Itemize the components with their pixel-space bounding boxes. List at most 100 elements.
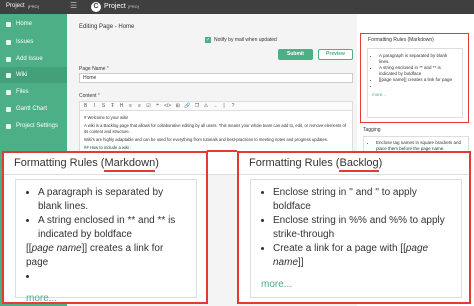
wiki-icon: [6, 72, 11, 78]
page-name-input[interactable]: Home: [79, 73, 353, 83]
list-item: A string enclosed in ** and ** is indica…: [38, 214, 188, 242]
sidebar-item-home[interactable]: Home: [0, 16, 67, 32]
list-item: A paragraph is separated by blank lines.: [38, 186, 188, 214]
sidebar-item-label: Home: [16, 21, 33, 27]
home-icon: [6, 21, 11, 27]
more-link[interactable]: more...: [261, 278, 453, 292]
required-mark: *: [97, 93, 100, 99]
divider: [239, 174, 469, 175]
list-item: Enclose string in %% and %% to apply str…: [273, 214, 453, 242]
callout-backlog-body: Enclose string in '' and '' to apply bol…: [250, 179, 462, 298]
divider: [4, 174, 206, 175]
callout-title-prefix: Formatting Rules (: [14, 157, 105, 169]
callout-markdown-title: Formatting Rules (Markdown): [14, 157, 159, 172]
files-icon: [6, 89, 11, 95]
list-item: Enclose string in '' and '' to apply bol…: [273, 186, 453, 214]
list-item: Create a link for a page with [[page nam…: [273, 242, 453, 270]
editor-line: Wiki's are highly adaptable and can be u…: [84, 137, 329, 142]
bullet-list-icon[interactable]: ≡: [128, 103, 133, 109]
bold-icon[interactable]: B: [83, 103, 88, 109]
sidebar-item-label: Files: [16, 89, 29, 95]
sidebar-item-add-issue[interactable]: Add Issue: [0, 51, 67, 67]
sidebar-item-files[interactable]: Files: [0, 84, 67, 100]
callout-backlog-title: Formatting Rules (Backlog): [249, 157, 383, 172]
strikethrough-icon[interactable]: S: [101, 103, 106, 109]
tagging-title: Tagging: [363, 127, 381, 133]
required-mark: *: [106, 66, 109, 72]
underline-icon[interactable]: Ŧ: [110, 103, 115, 109]
callout-title-highlight: Backlog: [339, 157, 379, 172]
checklist-icon[interactable]: ☑: [146, 103, 151, 109]
editor-toolbar: B I S Ŧ H ≡ ≡ ☑ ❝ </> ⊞ 🔗 ❐ ⚠ → | ?: [79, 101, 353, 111]
sidebar-item-label: Wiki: [16, 72, 28, 78]
italic-icon[interactable]: I: [92, 103, 97, 109]
callout-title-highlight: Markdown: [104, 157, 156, 172]
issues-icon: [6, 39, 11, 45]
space-title-text: Project: [6, 3, 25, 9]
callout-markdown: Formatting Rules (Markdown) A paragraph …: [2, 151, 208, 304]
quote-icon[interactable]: ❝: [155, 103, 160, 109]
project-logo-icon: C: [91, 2, 101, 12]
callout-title-suffix: ): [155, 157, 159, 169]
list-item: [[page name]] creates a link for page: [379, 77, 458, 83]
page-name-label-text: Page Name: [79, 66, 106, 72]
formatting-rules-box: Formatting Rules (Markdown) A paragraph …: [360, 33, 469, 123]
plus-icon: [6, 56, 11, 62]
sidebar-item-issues[interactable]: Issues: [0, 34, 67, 50]
separator: |: [223, 103, 225, 109]
preview-button[interactable]: Preview: [318, 49, 353, 60]
list-item: A paragraph is separated by blank lines.: [379, 53, 458, 65]
image-icon[interactable]: ❐: [194, 103, 199, 109]
notify-checkbox[interactable]: ✓ Notify by mail when updated: [205, 37, 277, 43]
heading-icon[interactable]: H: [119, 103, 124, 109]
link-page-name: page name: [31, 243, 82, 254]
page-name-label: Page Name *: [79, 66, 109, 72]
arrow-icon[interactable]: →: [212, 103, 217, 109]
link-rule-line: [[page name]] creates a link for page: [26, 242, 188, 270]
content-label: Content *: [79, 93, 100, 99]
code-icon[interactable]: </>: [164, 103, 171, 109]
sidebar-item-label: Gantt Chart: [16, 106, 48, 112]
callout-title-suffix: ): [378, 157, 383, 169]
more-link[interactable]: more...: [372, 92, 458, 98]
table-icon[interactable]: ⊞: [175, 103, 180, 109]
numbered-list-icon[interactable]: ≡: [137, 103, 142, 109]
callout-connector: [207, 150, 237, 152]
more-link[interactable]: more...: [26, 292, 188, 306]
checkbox-checked-icon[interactable]: ✓: [205, 37, 211, 43]
list-item: A string enclosed in ** and ** is indica…: [379, 65, 458, 77]
space-title[interactable]: Project (PRO): [6, 3, 39, 9]
help-icon[interactable]: ?: [230, 103, 235, 109]
link-close: ]]: [298, 257, 304, 268]
sidebar-item-project-settings[interactable]: Project Settings: [0, 118, 67, 134]
content-label-text: Content: [79, 93, 97, 99]
callout-backlog: Formatting Rules (Backlog) Enclose strin…: [237, 151, 471, 304]
list-item: [379, 83, 458, 89]
formatting-rules-title: Formatting Rules (Markdown): [368, 37, 434, 43]
sidebar-item-label: Project Settings: [16, 123, 59, 129]
callout-title-prefix: Formatting Rules (: [249, 157, 340, 169]
project-name-text: Project: [104, 3, 126, 10]
top-bar: Project (PRO) ☰ C Project (PRO): [0, 0, 474, 14]
sidebar-item-gantt-chart[interactable]: Gantt Chart: [0, 101, 67, 117]
link-close: ]]: [81, 243, 88, 254]
link-icon[interactable]: 🔗: [184, 103, 190, 109]
page-title: Editing Page - Home: [79, 24, 135, 30]
editor-line: # Welcome to your wiki!: [84, 115, 129, 120]
space-pro-badge: (PRO): [27, 3, 40, 9]
sidebar-item-label: Add Issue: [16, 56, 43, 62]
gantt-icon: [6, 106, 11, 112]
link-rule-prefix: Create a link for a page with [[: [273, 243, 406, 254]
project-name[interactable]: Project (PRO): [104, 3, 139, 10]
sidebar-item-label: Issues: [16, 39, 34, 45]
project-pro-badge: (PRO): [127, 4, 140, 9]
list-item: [38, 270, 188, 284]
submit-button[interactable]: Submit: [278, 49, 313, 60]
notify-label: Notify by mail when updated: [214, 37, 277, 43]
formatting-rules-body: A paragraph is separated by blank lines.…: [367, 48, 463, 118]
editor-line: A wiki is a Backlog page that allows for…: [84, 123, 347, 134]
callout-markdown-body: A paragraph is separated by blank lines.…: [15, 179, 197, 304]
sidebar-item-wiki[interactable]: Wiki: [0, 67, 67, 83]
menu-icon[interactable]: ☰: [70, 1, 77, 10]
warning-icon[interactable]: ⚠: [203, 103, 208, 109]
